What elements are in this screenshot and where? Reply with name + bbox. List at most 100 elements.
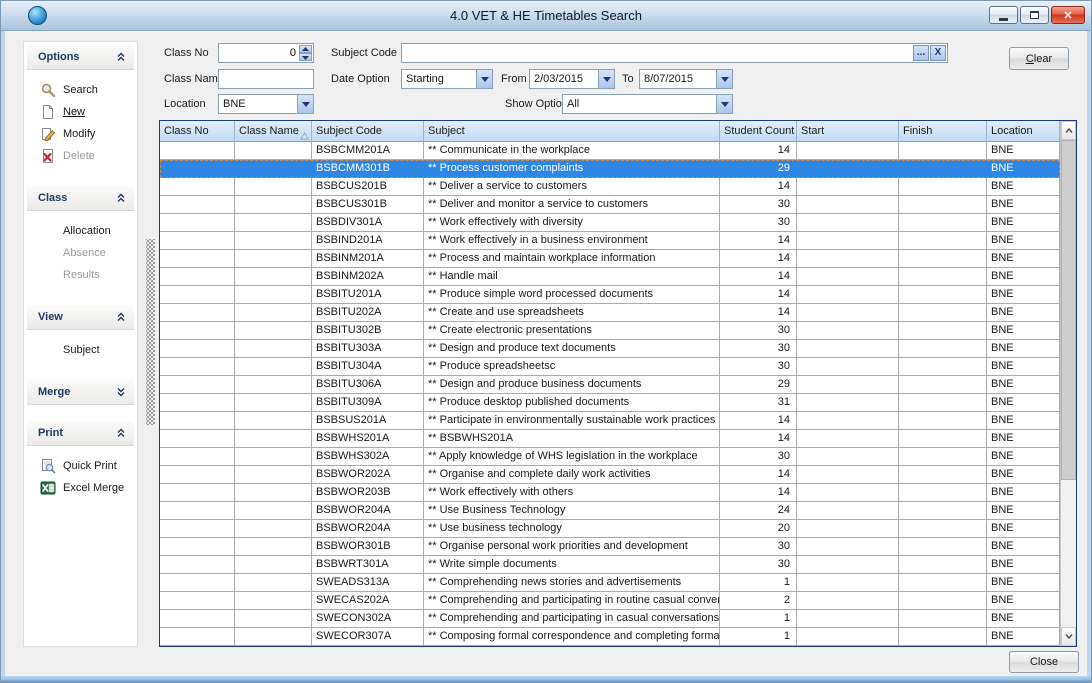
cell-class-name bbox=[235, 232, 312, 250]
table-row[interactable]: BSBWRT301A ** Write simple documents 30 … bbox=[160, 556, 1060, 574]
chevron-down-icon[interactable] bbox=[476, 70, 492, 88]
group-header-print[interactable]: Print bbox=[27, 421, 134, 446]
subject-code-input[interactable] bbox=[402, 44, 947, 62]
table-row[interactable]: BSBITU309A ** Produce desktop published … bbox=[160, 394, 1060, 412]
column-header-subject-code[interactable]: Subject Code bbox=[312, 121, 424, 142]
cell-subject-code: BSBWOR202A bbox=[312, 466, 424, 484]
collapse-chevron-icon[interactable] bbox=[116, 428, 126, 438]
collapse-chevron-icon[interactable] bbox=[116, 312, 126, 322]
table-row[interactable]: BSBITU202A ** Create and use spreadsheet… bbox=[160, 304, 1060, 322]
column-header-finish[interactable]: Finish bbox=[899, 121, 987, 142]
cell-finish bbox=[899, 592, 987, 610]
collapse-chevron-icon[interactable] bbox=[116, 193, 126, 203]
sidebar-item-excel-merge[interactable]: Excel Merge bbox=[27, 477, 134, 499]
sidebar-item-subject[interactable]: Subject bbox=[27, 339, 134, 361]
vertical-scrollbar[interactable] bbox=[1060, 121, 1076, 646]
table-row[interactable]: BSBITU302B ** Create electronic presenta… bbox=[160, 322, 1060, 340]
table-row[interactable]: BSBCMM301B ** Process customer complaint… bbox=[160, 160, 1060, 178]
app-icon[interactable] bbox=[28, 6, 47, 25]
table-row[interactable]: BSBSUS201A ** Participate in environment… bbox=[160, 412, 1060, 430]
spin-up-icon[interactable] bbox=[299, 45, 312, 53]
sidebar-item-search[interactable]: Search bbox=[27, 79, 134, 101]
group-header-view[interactable]: View bbox=[27, 305, 134, 330]
expand-chevron-icon[interactable] bbox=[116, 387, 126, 397]
table-row[interactable]: BSBITU303A ** Design and produce text do… bbox=[160, 340, 1060, 358]
table-row[interactable]: BSBCMM201A ** Communicate in the workpla… bbox=[160, 142, 1060, 160]
table-row[interactable]: BSBINM202A ** Handle mail 14 BNE bbox=[160, 268, 1060, 286]
collapse-chevron-icon[interactable] bbox=[116, 52, 126, 62]
cell-class-no bbox=[160, 574, 235, 592]
cell-subject-code: BSBCUS301B bbox=[312, 196, 424, 214]
sidebar-item-new[interactable]: New bbox=[27, 101, 134, 123]
table-row[interactable]: BSBCUS301B ** Deliver and monitor a serv… bbox=[160, 196, 1060, 214]
table-row[interactable]: BSBWHS201A ** BSBWHS201A 14 BNE bbox=[160, 430, 1060, 448]
maximize-button[interactable] bbox=[1020, 6, 1049, 24]
cell-student-count: 14 bbox=[720, 178, 797, 196]
cell-subject: ** Organise and complete daily work acti… bbox=[424, 466, 720, 484]
chevron-down-icon[interactable] bbox=[297, 95, 313, 113]
column-header-location[interactable]: Location bbox=[987, 121, 1060, 142]
date-option-dropdown[interactable]: Starting bbox=[401, 69, 493, 89]
column-header-student-count[interactable]: Student Count bbox=[720, 121, 797, 142]
cell-student-count: 30 bbox=[720, 196, 797, 214]
group-header-class[interactable]: Class bbox=[27, 186, 134, 211]
table-row[interactable]: BSBDIV301A ** Work effectively with dive… bbox=[160, 214, 1060, 232]
cell-class-name bbox=[235, 502, 312, 520]
table-row[interactable]: BSBINM201A ** Process and maintain workp… bbox=[160, 250, 1060, 268]
show-option-dropdown[interactable]: All bbox=[562, 94, 733, 114]
group-header-options[interactable]: Options bbox=[27, 45, 134, 70]
subject-code-lookup-button[interactable]: ... bbox=[913, 45, 929, 61]
spin-down-icon[interactable] bbox=[299, 53, 312, 61]
table-row[interactable]: BSBWHS302A ** Apply knowledge of WHS leg… bbox=[160, 448, 1060, 466]
cell-start bbox=[797, 142, 899, 160]
chevron-down-icon[interactable] bbox=[598, 70, 614, 88]
subject-code-clear-button[interactable]: X bbox=[930, 45, 946, 61]
table-row[interactable]: SWECOR307A ** Composing formal correspon… bbox=[160, 628, 1060, 646]
column-header-start[interactable]: Start bbox=[797, 121, 899, 142]
table-row[interactable]: BSBWOR301B ** Organise personal work pri… bbox=[160, 538, 1060, 556]
cell-start bbox=[797, 556, 899, 574]
application-window: 4.0 VET & HE Timetables Search ✕ Options bbox=[0, 0, 1092, 683]
table-row[interactable]: BSBWOR202A ** Organise and complete dail… bbox=[160, 466, 1060, 484]
cell-student-count: 14 bbox=[720, 430, 797, 448]
table-row[interactable]: BSBWOR204A ** Use business technology 20… bbox=[160, 520, 1060, 538]
cell-student-count: 20 bbox=[720, 520, 797, 538]
table-row[interactable]: BSBITU201A ** Produce simple word proces… bbox=[160, 286, 1060, 304]
table-row[interactable]: BSBWOR203B ** Work effectively with othe… bbox=[160, 484, 1060, 502]
close-window-button[interactable]: ✕ bbox=[1051, 6, 1085, 24]
minimize-button[interactable] bbox=[989, 6, 1018, 24]
close-button[interactable]: Close bbox=[1009, 651, 1079, 673]
sidebar-splitter-handle[interactable] bbox=[146, 239, 155, 425]
clear-button[interactable]: Clear bbox=[1009, 47, 1069, 70]
sidebar-item-quick-print[interactable]: Quick Print bbox=[27, 455, 134, 477]
from-date-dropdown[interactable]: 2/03/2015 bbox=[529, 69, 615, 89]
column-header-subject[interactable]: Subject bbox=[424, 121, 720, 142]
location-dropdown[interactable]: BNE bbox=[218, 94, 314, 114]
to-date-dropdown[interactable]: 8/07/2015 bbox=[639, 69, 733, 89]
search-icon bbox=[40, 82, 56, 98]
table-row[interactable]: SWECON302A ** Comprehending and particip… bbox=[160, 610, 1060, 628]
class-name-input[interactable] bbox=[219, 70, 313, 88]
column-header-class-no[interactable]: Class No bbox=[160, 121, 235, 142]
sidebar-item-allocation[interactable]: Allocation bbox=[27, 220, 134, 242]
chevron-down-icon[interactable] bbox=[716, 95, 732, 113]
scroll-down-icon[interactable] bbox=[1061, 627, 1076, 646]
scroll-up-icon[interactable] bbox=[1061, 121, 1076, 140]
table-row[interactable]: BSBCUS201B ** Deliver a service to custo… bbox=[160, 178, 1060, 196]
scrollbar-thumb[interactable] bbox=[1061, 140, 1076, 480]
group-header-merge[interactable]: Merge bbox=[27, 380, 134, 405]
cell-student-count: 30 bbox=[720, 538, 797, 556]
chevron-down-icon[interactable] bbox=[716, 70, 732, 88]
cell-location: BNE bbox=[987, 286, 1060, 304]
table-row[interactable]: BSBWOR204A ** Use Business Technology 24… bbox=[160, 502, 1060, 520]
table-row[interactable]: BSBIND201A ** Work effectively in a busi… bbox=[160, 232, 1060, 250]
table-row[interactable]: BSBITU304A ** Produce spreadsheetsc 30 B… bbox=[160, 358, 1060, 376]
table-row[interactable]: BSBITU306A ** Design and produce busines… bbox=[160, 376, 1060, 394]
table-row[interactable]: SWECAS202A ** Comprehending and particip… bbox=[160, 592, 1060, 610]
cell-subject: ** Comprehending news stories and advert… bbox=[424, 574, 720, 592]
minimize-icon bbox=[999, 18, 1008, 21]
cell-student-count: 30 bbox=[720, 448, 797, 466]
sidebar-item-modify[interactable]: Modify bbox=[27, 123, 134, 145]
table-row[interactable]: SWEADS313A ** Comprehending news stories… bbox=[160, 574, 1060, 592]
column-header-class-name[interactable]: Class Name bbox=[235, 121, 312, 142]
